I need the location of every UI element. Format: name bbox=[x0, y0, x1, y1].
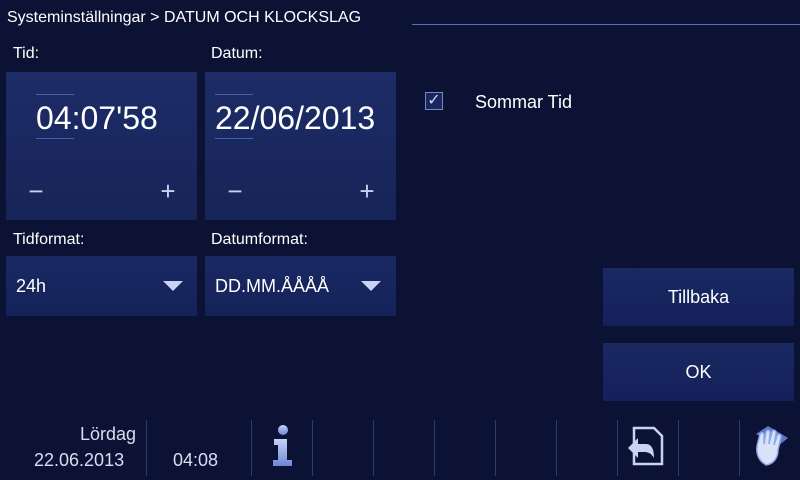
divider bbox=[146, 420, 147, 476]
divider bbox=[251, 420, 252, 476]
time-increment-button[interactable]: + bbox=[148, 176, 188, 206]
date-spinner: 22/06/2013 − + bbox=[205, 72, 396, 220]
daylight-saving-label: Sommar Tid bbox=[475, 92, 573, 112]
cursor-marker-top bbox=[36, 94, 74, 95]
date-increment-button[interactable]: + bbox=[347, 176, 387, 206]
title-divider bbox=[412, 24, 800, 25]
cursor-marker-bottom bbox=[215, 138, 253, 139]
divider bbox=[556, 420, 557, 476]
time-format-dropdown[interactable]: 24h bbox=[6, 256, 197, 316]
chevron-down-icon bbox=[163, 281, 183, 291]
date-decrement-button[interactable]: − bbox=[215, 176, 255, 206]
divider bbox=[312, 420, 313, 476]
date-format-label: Datumformat: bbox=[211, 231, 308, 248]
divider bbox=[373, 420, 374, 476]
time-format-value: 24h bbox=[16, 276, 47, 296]
breadcrumb: Systeminställningar > DATUM OCH KLOCKSLA… bbox=[7, 9, 362, 26]
divider bbox=[495, 420, 496, 476]
status-date: 22.06.2013 bbox=[34, 450, 125, 470]
time-label: Tid: bbox=[13, 45, 40, 62]
date-format-dropdown[interactable]: DD.MM.ÅÅÅÅ bbox=[205, 256, 396, 316]
cursor-marker-top bbox=[215, 94, 253, 95]
back-button[interactable]: Tillbaka bbox=[603, 268, 794, 326]
status-time: 04:08 bbox=[173, 450, 219, 470]
time-format-label: Tidformat: bbox=[13, 231, 85, 248]
status-day: Lördag bbox=[79, 424, 136, 444]
date-value[interactable]: 22/06/2013 bbox=[215, 100, 396, 137]
cleaning-hand-icon[interactable] bbox=[748, 422, 792, 468]
daylight-saving-checkbox[interactable]: ✓ bbox=[425, 92, 443, 110]
time-spinner: 04:07'58 − + bbox=[6, 72, 197, 220]
return-icon[interactable] bbox=[624, 424, 666, 468]
settings-screen: Systeminställningar > DATUM OCH KLOCKSLA… bbox=[0, 0, 800, 480]
divider bbox=[678, 420, 679, 476]
date-format-value: DD.MM.ÅÅÅÅ bbox=[215, 276, 330, 296]
divider bbox=[434, 420, 435, 476]
chevron-down-icon bbox=[361, 281, 381, 291]
time-decrement-button[interactable]: − bbox=[16, 176, 56, 206]
divider bbox=[739, 420, 740, 476]
info-icon[interactable] bbox=[268, 424, 296, 468]
cursor-marker-bottom bbox=[36, 138, 74, 139]
divider bbox=[617, 420, 618, 476]
time-value[interactable]: 04:07'58 bbox=[36, 100, 197, 137]
ok-button[interactable]: OK bbox=[603, 343, 794, 401]
date-label: Datum: bbox=[211, 45, 263, 62]
